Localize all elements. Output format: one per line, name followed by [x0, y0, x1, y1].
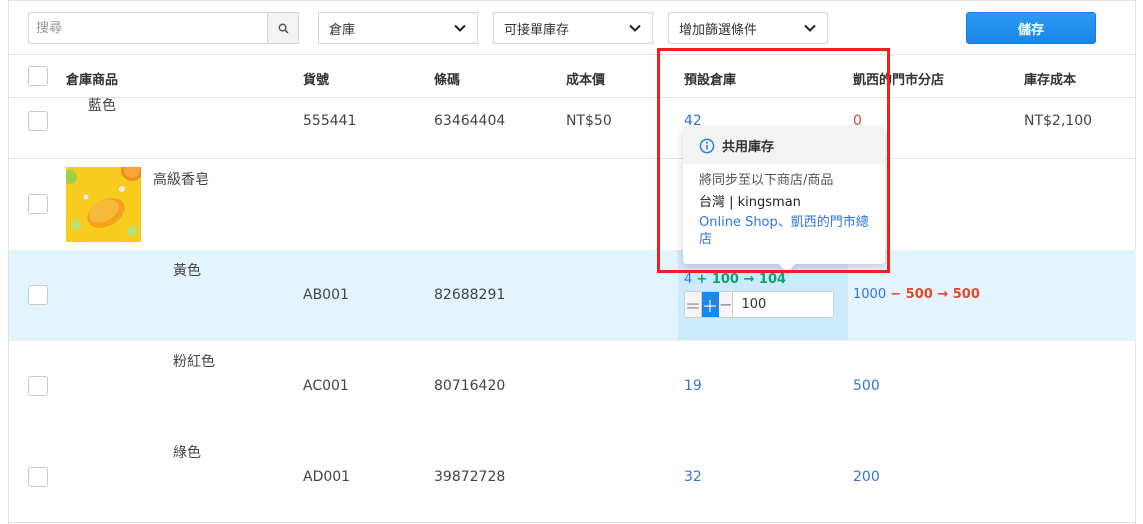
chevron-down-icon: [629, 24, 641, 32]
search-button[interactable]: [267, 13, 298, 43]
current-stock: 4: [684, 272, 693, 287]
branch-stock-link[interactable]: 500: [853, 378, 880, 394]
default-stock-link[interactable]: 19: [684, 378, 702, 394]
barcode-cell: 82688291: [434, 287, 506, 303]
branch-change-line: 1000 − 500 → 500: [853, 287, 980, 302]
divider: [9, 522, 1136, 523]
search-input[interactable]: [29, 13, 267, 43]
product-image: [66, 167, 141, 242]
barcode-cell: 63464404: [434, 113, 506, 129]
branch-stock-change: − 500 → 500: [890, 287, 980, 302]
stock-change-line: 4 + 100 → 104: [684, 272, 786, 287]
stock-type-dropdown[interactable]: 可接單庫存: [493, 12, 653, 44]
add-filter-dropdown[interactable]: 增加篩選條件: [668, 12, 828, 44]
search-box: [28, 12, 299, 44]
stock-change: + 100 → 104: [696, 272, 787, 287]
select-all-checkbox[interactable]: [28, 66, 48, 86]
row-checkbox[interactable]: [28, 285, 48, 305]
variant-name: 綠色: [173, 445, 201, 461]
sku-cell: AB001: [303, 287, 349, 303]
save-button[interactable]: 儲存: [966, 12, 1096, 44]
row-checkbox[interactable]: [28, 194, 48, 214]
warehouse-dropdown[interactable]: 倉庫: [318, 12, 478, 44]
divider: [9, 158, 1136, 159]
barcode-cell: 80716420: [434, 378, 506, 394]
add-filter-dropdown-label: 增加篩選條件: [679, 22, 758, 38]
header-cost: 成本價: [566, 73, 606, 88]
header-product: 倉庫商品: [66, 73, 119, 88]
variant-name: 黃色: [173, 263, 201, 279]
default-stock-link[interactable]: 32: [684, 469, 702, 485]
add-mode-button[interactable]: ＋: [702, 292, 720, 317]
stock-type-dropdown-label: 可接單庫存: [504, 22, 570, 38]
quantity-stepper: ＝ ＋ −: [684, 291, 834, 318]
sku-cell: AC001: [303, 378, 349, 394]
row-checkbox[interactable]: [28, 467, 48, 487]
quantity-input[interactable]: [733, 292, 833, 317]
sku-cell: AD001: [303, 469, 351, 485]
header-sku: 貨號: [303, 73, 330, 88]
barcode-cell: 39872728: [434, 469, 506, 485]
header-barcode: 條碼: [434, 73, 461, 88]
header-stock-cost: 庫存成本: [1024, 73, 1077, 88]
row-checkbox[interactable]: [28, 111, 48, 131]
branch-current-stock[interactable]: 1000: [853, 287, 886, 302]
stock-cost-cell: NT$2,100: [1024, 113, 1093, 129]
sku-cell: 555441: [303, 113, 357, 129]
divider: [9, 97, 1136, 98]
branch-stock-link[interactable]: 200: [853, 469, 880, 485]
set-mode-button[interactable]: ＝: [685, 292, 703, 317]
search-icon: [278, 23, 288, 33]
row-checkbox[interactable]: [28, 376, 48, 396]
cost-cell: NT$50: [566, 113, 612, 129]
chevron-down-icon: [804, 24, 816, 32]
product-name: 高級香皂: [153, 172, 209, 188]
warehouse-dropdown-label: 倉庫: [329, 22, 356, 38]
chevron-down-icon: [454, 24, 466, 32]
variant-name: 粉紅色: [173, 354, 215, 370]
subtract-mode-button[interactable]: −: [719, 292, 734, 317]
annotation-highlight-box: [657, 48, 890, 273]
divider: [9, 54, 1136, 55]
variant-name: 藍色: [88, 98, 116, 114]
